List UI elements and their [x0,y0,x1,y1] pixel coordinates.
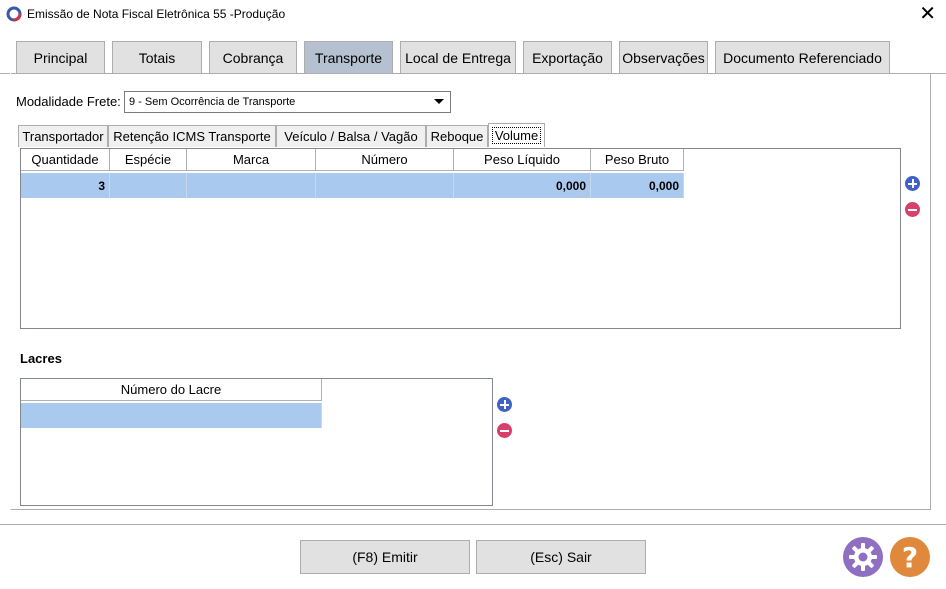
exit-button[interactable]: (Esc) Sair [476,540,646,574]
tab-label: Documento Referenciado [723,49,882,66]
gear-glyph [849,543,877,571]
close-icon[interactable]: ✕ [919,3,936,23]
subtab-transportador[interactable]: Transportador [18,125,108,147]
emit-button[interactable]: (F8) Emitir [300,540,470,574]
subtab-label: Volume [491,127,542,144]
lacres-grid[interactable]: Número do Lacre [20,378,493,506]
tab-observacoes[interactable]: Observações [619,41,708,74]
column-header-especie[interactable]: Espécie [110,149,187,171]
tab-cobranca[interactable]: Cobrança [209,41,297,74]
cell-quantidade[interactable]: 3 [21,173,110,198]
gear-icon[interactable] [843,537,883,577]
subtab-label: Reboque [430,129,484,144]
subtab-retencao-icms[interactable]: Retenção ICMS Transporte [108,125,276,147]
subtab-reboque[interactable]: Reboque [426,125,488,147]
tab-label: Cobrança [222,49,284,66]
subtab-label: Veículo / Balsa / Vagão [284,129,418,144]
tab-documento-referenciado[interactable]: Documento Referenciado [715,41,890,74]
volume-grid[interactable]: Quantidade Espécie Marca Número Peso Líq… [20,148,901,329]
frete-label: Modalidade Frete: [16,94,121,109]
add-volume-icon[interactable] [905,176,920,191]
dropdown-arrow-icon[interactable] [434,99,444,104]
tab-label: Totais [138,49,176,66]
tab-principal[interactable]: Principal [16,41,105,74]
main-tab-bar: Principal Totais Cobrança Transporte Loc… [0,41,946,74]
subtab-label: Retenção ICMS Transporte [113,129,271,144]
question-icon[interactable]: ? [890,537,930,577]
help-glyph: ? [901,540,919,574]
column-header-peso-bruto[interactable]: Peso Bruto [591,149,684,171]
cell-peso-bruto[interactable]: 0,000 [591,173,684,198]
cell-numero[interactable] [316,173,454,198]
window-title: Emissão de Nota Fiscal Eletrônica 55 -Pr… [27,7,286,21]
frete-selected-value: 9 - Sem Ocorrência de Transporte [129,96,296,108]
frete-dropdown[interactable]: 9 - Sem Ocorrência de Transporte [124,91,451,113]
cell-especie[interactable] [110,173,187,198]
lacres-heading: Lacres [20,351,62,366]
tab-local-de-entrega[interactable]: Local de Entrega [400,41,516,74]
tab-totais[interactable]: Totais [112,41,202,74]
sub-tab-bar: Transportador Retenção ICMS Transporte V… [18,123,618,148]
tab-label: Local de Entrega [405,49,511,66]
tab-label: Observações [622,49,705,66]
tab-transporte[interactable]: Transporte [304,41,393,74]
column-header-peso-liquido[interactable]: Peso Líquido [454,149,591,171]
tab-label: Transporte [314,49,383,66]
tab-label: Exportação [532,49,603,66]
add-lacre-icon[interactable] [497,397,512,412]
column-header-numero[interactable]: Número [316,149,454,171]
cell-peso-liquido[interactable]: 0,000 [454,173,591,198]
column-header-marca[interactable]: Marca [187,149,316,171]
cell-marca[interactable] [187,173,316,198]
column-header-numero-lacre[interactable]: Número do Lacre [21,379,322,401]
subtab-veiculo[interactable]: Veículo / Balsa / Vagão [276,125,426,147]
footer-divider [0,524,946,525]
column-header-quantidade[interactable]: Quantidade [21,149,110,171]
subtab-label: Transportador [22,129,104,144]
remove-volume-icon[interactable] [905,202,920,217]
title-bar: Emissão de Nota Fiscal Eletrônica 55 -Pr… [0,0,946,30]
tab-label: Principal [33,49,88,66]
cell-numero-lacre[interactable] [21,403,322,428]
app-logo-icon [6,6,22,22]
tab-exportacao[interactable]: Exportação [523,41,612,74]
subtab-volume[interactable]: Volume [488,123,545,147]
remove-lacre-icon[interactable] [497,423,512,438]
